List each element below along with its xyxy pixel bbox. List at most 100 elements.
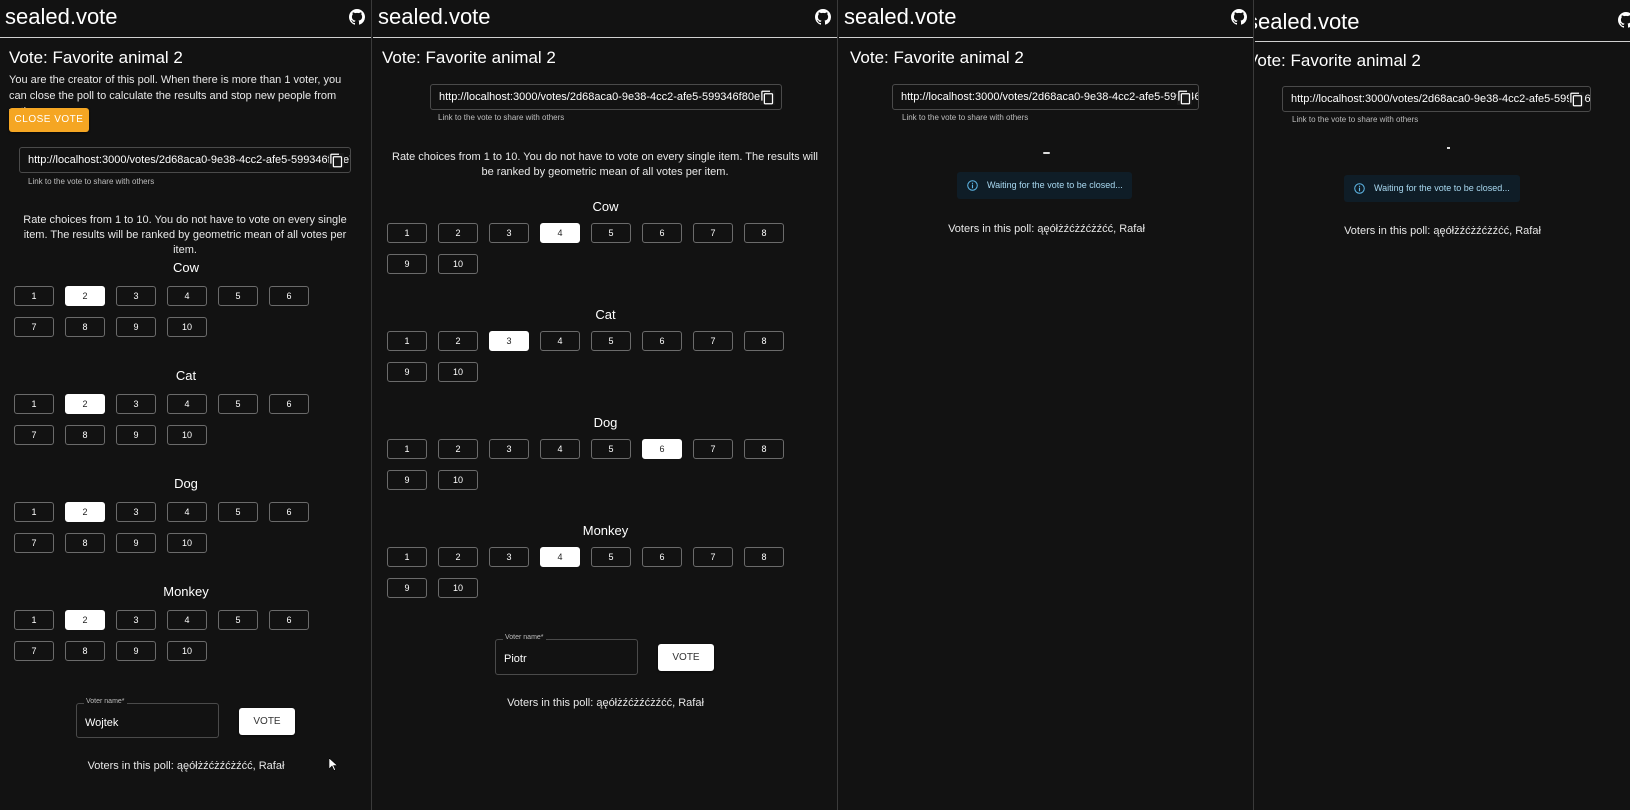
rating-button[interactable]: 1 [14,394,54,414]
github-icon[interactable] [1618,12,1630,28]
rating-button[interactable]: 4 [167,610,207,630]
rating-button[interactable]: 6 [642,223,682,243]
rating-button[interactable]: 3 [489,331,529,351]
github-icon[interactable] [815,9,831,25]
rating-button[interactable]: 10 [167,533,207,553]
rating-button[interactable]: 9 [387,470,427,490]
rating-button[interactable]: 7 [693,223,733,243]
copy-icon[interactable] [1177,90,1192,105]
rating-button[interactable]: 7 [693,547,733,567]
rating-button[interactable]: 9 [387,578,427,598]
share-link-field[interactable]: http://localhost:3000/votes/2d68aca0-9e3… [1282,86,1591,112]
rating-button[interactable]: 8 [65,641,105,661]
share-link-field[interactable]: http://localhost:3000/votes/2d68aca0-9e3… [430,84,782,110]
rating-button[interactable]: 10 [438,362,478,382]
brand-title[interactable]: sealed.vote [378,4,491,30]
rating-button[interactable]: 5 [218,286,258,306]
rating-button[interactable]: 8 [65,425,105,445]
rating-button[interactable]: 3 [116,610,156,630]
brand-title[interactable]: sealed.vote [1255,9,1360,35]
rating-button[interactable]: 8 [744,439,784,459]
share-link-field[interactable]: http://localhost:3000/votes/2d68aca0-9e3… [892,84,1199,110]
rating-button[interactable]: 2 [65,394,105,414]
rating-button[interactable]: 7 [14,317,54,337]
github-icon[interactable] [1231,9,1247,25]
brand-title[interactable]: sealed.vote [5,4,118,30]
rating-button[interactable]: 8 [744,547,784,567]
rating-button[interactable]: 6 [642,439,682,459]
copy-icon[interactable] [760,90,775,105]
vote-button[interactable]: VOTE [658,644,714,671]
rating-button[interactable]: 6 [269,286,309,306]
rating-button[interactable]: 4 [540,439,580,459]
rating-button[interactable]: 1 [14,286,54,306]
rating-button[interactable]: 7 [14,641,54,661]
rating-button[interactable]: 4 [540,223,580,243]
rating-button[interactable]: 1 [387,439,427,459]
rating-button[interactable]: 3 [489,223,529,243]
rating-button[interactable]: 8 [65,533,105,553]
rating-button[interactable]: 10 [438,470,478,490]
rating-button[interactable]: 2 [65,286,105,306]
rating-button[interactable]: 4 [167,394,207,414]
brand-title[interactable]: sealed.vote [844,4,957,30]
github-icon[interactable] [349,9,365,25]
rating-button[interactable]: 10 [167,317,207,337]
voter-name-field[interactable]: Voter name* Piotr [495,634,638,675]
rating-button[interactable]: 8 [744,223,784,243]
rating-button[interactable]: 2 [65,610,105,630]
rating-button[interactable]: 10 [167,641,207,661]
rating-button[interactable]: 6 [269,502,309,522]
share-link-field[interactable]: http://localhost:3000/votes/2d68aca0-9e3… [19,147,351,173]
rating-button[interactable]: 5 [218,610,258,630]
rating-button[interactable]: 1 [387,547,427,567]
rating-button[interactable]: 6 [269,394,309,414]
rating-button[interactable]: 9 [387,362,427,382]
rating-button[interactable]: 3 [489,547,529,567]
rating-button[interactable]: 3 [116,286,156,306]
rating-button[interactable]: 3 [116,394,156,414]
rating-button[interactable]: 6 [642,547,682,567]
vote-button[interactable]: VOTE [239,708,295,735]
copy-icon[interactable] [329,153,344,168]
rating-button[interactable]: 2 [438,439,478,459]
rating-button[interactable]: 6 [269,610,309,630]
rating-button[interactable]: 5 [591,547,631,567]
rating-button[interactable]: 2 [65,502,105,522]
rating-button[interactable]: 2 [438,331,478,351]
rating-button[interactable]: 10 [167,425,207,445]
rating-button[interactable]: 8 [744,331,784,351]
rating-button[interactable]: 8 [65,317,105,337]
rating-button[interactable]: 1 [14,610,54,630]
rating-button[interactable]: 2 [438,547,478,567]
rating-button[interactable]: 5 [591,439,631,459]
rating-button[interactable]: 10 [438,578,478,598]
rating-button[interactable]: 5 [591,331,631,351]
rating-button[interactable]: 7 [14,425,54,445]
rating-button[interactable]: 6 [642,331,682,351]
rating-button[interactable]: 2 [438,223,478,243]
close-vote-button[interactable]: CLOSE VOTE [9,108,89,132]
rating-button[interactable]: 4 [167,502,207,522]
rating-button[interactable]: 7 [693,331,733,351]
rating-button[interactable]: 4 [167,286,207,306]
rating-button[interactable]: 3 [489,439,529,459]
rating-button[interactable]: 4 [540,547,580,567]
rating-button[interactable]: 3 [116,502,156,522]
copy-icon[interactable] [1569,92,1584,107]
voter-name-field[interactable]: Voter name* Wojtek [76,698,219,738]
rating-button[interactable]: 5 [218,394,258,414]
rating-button[interactable]: 9 [116,425,156,445]
rating-button[interactable]: 1 [14,502,54,522]
rating-button[interactable]: 7 [693,439,733,459]
rating-button[interactable]: 1 [387,223,427,243]
rating-button[interactable]: 9 [116,533,156,553]
rating-button[interactable]: 9 [387,254,427,274]
rating-button[interactable]: 9 [116,317,156,337]
rating-button[interactable]: 10 [438,254,478,274]
rating-button[interactable]: 5 [591,223,631,243]
rating-button[interactable]: 5 [218,502,258,522]
rating-button[interactable]: 4 [540,331,580,351]
rating-button[interactable]: 7 [14,533,54,553]
rating-button[interactable]: 1 [387,331,427,351]
